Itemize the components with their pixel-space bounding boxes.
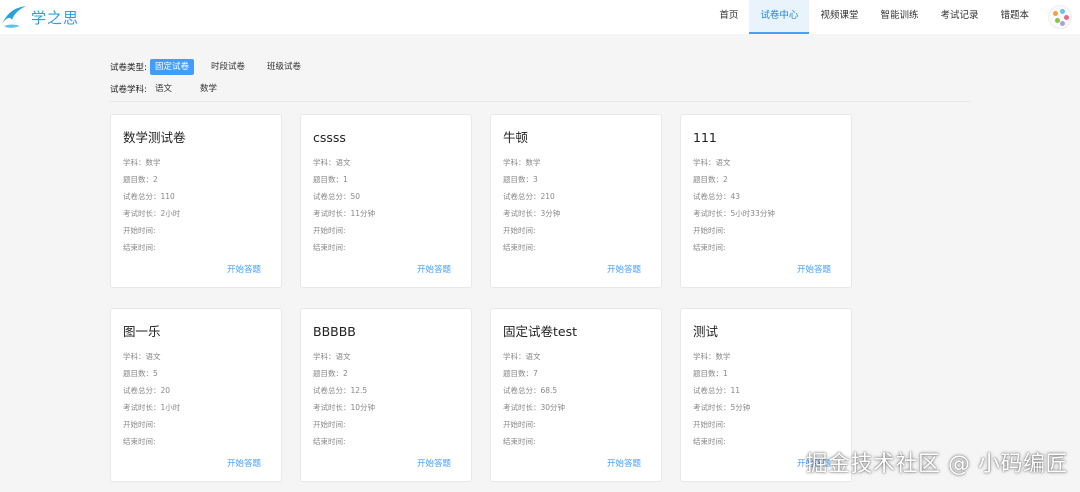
paper-question-count: 题目数：2 — [693, 175, 728, 184]
paper-question-count: 题目数：1 — [313, 175, 348, 184]
filter-subject-chinese[interactable]: 语文 — [150, 81, 177, 97]
filter-type-fixed[interactable]: 固定试卷 — [150, 59, 195, 75]
start-answer-button[interactable]: 开始答题 — [607, 263, 641, 275]
logo-bird-icon — [2, 6, 26, 28]
paper-subject: 学科：数学 — [503, 158, 541, 167]
paper-card: 图一乐 学科：语文 题目数：5 试卷总分：20 考试时长：1小时 开始时间: 结… — [110, 308, 282, 482]
paper-subject: 学科：语文 — [123, 352, 161, 361]
paper-duration: 考试时长：11分钟 — [313, 209, 376, 218]
paper-question-count: 题目数：3 — [503, 175, 538, 184]
paper-subject: 学科：数学 — [123, 158, 161, 167]
start-answer-button[interactable]: 开始答题 — [417, 263, 451, 275]
paper-question-count: 题目数：5 — [123, 369, 158, 378]
paper-start-time: 开始时间: — [313, 226, 346, 235]
paper-end-time: 结束时间: — [123, 243, 156, 252]
filter-type-class[interactable]: 班级试卷 — [262, 59, 306, 75]
paper-end-time: 结束时间: — [123, 437, 156, 446]
paper-start-time: 开始时间: — [123, 226, 156, 235]
paper-title: 牛顿 — [503, 130, 529, 145]
paper-total-score: 试卷总分：43 — [693, 192, 741, 201]
paper-question-count: 题目数：2 — [313, 369, 348, 378]
paper-start-time: 开始时间: — [123, 420, 156, 429]
paper-total-score: 试卷总分：210 — [503, 192, 555, 201]
paper-end-time: 结束时间: — [693, 243, 726, 252]
paper-subject: 学科：语文 — [313, 158, 351, 167]
paper-question-count: 题目数：2 — [123, 175, 158, 184]
start-answer-button[interactable]: 开始答题 — [227, 263, 261, 275]
paper-total-score: 试卷总分：50 — [313, 192, 361, 201]
paper-subject: 学科：数学 — [693, 352, 731, 361]
start-answer-button[interactable]: 开始答题 — [797, 263, 831, 275]
top-header: 学之思 首页 试卷中心 视频课堂 智能训练 考试记录 错题本 — [0, 0, 1080, 34]
paper-card: cssss 学科：语文 题目数：1 试卷总分：50 考试时长：11分钟 开始时间… — [300, 114, 472, 288]
paper-title: 111 — [693, 130, 717, 145]
nav-wrong-questions[interactable]: 错题本 — [989, 0, 1040, 34]
paper-filter: 试卷类型: 固定试卷 时段试卷 班级试卷 试卷学科: 语文 数学 — [110, 58, 970, 98]
paper-duration: 考试时长：30分钟 — [503, 403, 566, 412]
paper-total-score: 试卷总分：12.5 — [313, 386, 368, 395]
nav-paper-center[interactable]: 试卷中心 — [749, 0, 810, 34]
paper-start-time: 开始时间: — [503, 420, 536, 429]
paper-duration: 考试时长：10分钟 — [313, 403, 376, 412]
paper-start-time: 开始时间: — [313, 420, 346, 429]
paper-duration: 考试时长：2小时 — [123, 209, 181, 218]
paper-duration: 考试时长：1小时 — [123, 403, 181, 412]
paper-subject: 学科：语文 — [313, 352, 351, 361]
paper-start-time: 开始时间: — [693, 226, 726, 235]
filter-type-timed[interactable]: 时段试卷 — [206, 59, 250, 75]
paper-total-score: 试卷总分：110 — [123, 192, 175, 201]
paper-card: 牛顿 学科：数学 题目数：3 试卷总分：210 考试时长：3分钟 开始时间: 结… — [490, 114, 662, 288]
filter-subject-math[interactable]: 数学 — [195, 81, 222, 97]
paper-total-score: 试卷总分：20 — [123, 386, 171, 395]
filter-type-row: 试卷类型: 固定试卷 时段试卷 班级试卷 — [110, 58, 970, 76]
logo-text: 学之思 — [31, 8, 80, 27]
paper-title: 数学测试卷 — [123, 130, 186, 145]
paper-title: BBBBB — [313, 324, 356, 339]
main-nav: 首页 试卷中心 视频课堂 智能训练 考试记录 错题本 — [708, 0, 1040, 34]
user-avatar[interactable] — [1048, 5, 1072, 29]
paper-subject: 学科：语文 — [693, 158, 731, 167]
nav-exam-records[interactable]: 考试记录 — [929, 0, 989, 34]
paper-end-time: 结束时间: — [313, 437, 346, 446]
nav-smart-training[interactable]: 智能训练 — [869, 0, 929, 34]
paper-end-time: 结束时间: — [503, 437, 536, 446]
filter-type-label: 试卷类型: — [110, 63, 147, 73]
paper-end-time: 结束时间: — [313, 243, 346, 252]
paper-title: 固定试卷test — [503, 324, 578, 339]
site-logo[interactable]: 学之思 — [0, 0, 79, 34]
nav-video-class[interactable]: 视频课堂 — [809, 0, 869, 34]
filter-subject-label: 试卷学科: — [110, 85, 147, 95]
paper-duration: 考试时长：3分钟 — [503, 209, 561, 218]
paper-duration: 考试时长：5分钟 — [693, 403, 751, 412]
start-answer-button[interactable]: 开始答题 — [417, 457, 451, 469]
start-answer-button[interactable]: 开始答题 — [227, 457, 261, 469]
paper-start-time: 开始时间: — [693, 420, 726, 429]
watermark: 掘金技术社区 @ 小码编匠 — [805, 452, 1068, 477]
filter-subject-row: 试卷学科: 语文 数学 — [110, 80, 970, 98]
paper-card: 数学测试卷 学科：数学 题目数：2 试卷总分：110 考试时长：2小时 开始时间… — [110, 114, 282, 288]
start-answer-button[interactable]: 开始答题 — [607, 457, 641, 469]
paper-subject: 学科：语文 — [503, 352, 541, 361]
paper-title: 图一乐 — [123, 324, 161, 339]
paper-card: 111 学科：语文 题目数：2 试卷总分：43 考试时长：5小时33分钟 开始时… — [680, 114, 852, 288]
paper-total-score: 试卷总分：68.5 — [503, 386, 558, 395]
paper-title: cssss — [313, 130, 346, 145]
nav-home[interactable]: 首页 — [708, 0, 749, 34]
paper-card: BBBBB 学科：语文 题目数：2 试卷总分：12.5 考试时长：10分钟 开始… — [300, 308, 472, 482]
paper-end-time: 结束时间: — [503, 243, 536, 252]
paper-card: 固定试卷test 学科：语文 题目数：7 试卷总分：68.5 考试时长：30分钟… — [490, 308, 662, 482]
paper-card-grid: 数学测试卷 学科：数学 题目数：2 试卷总分：110 考试时长：2小时 开始时间… — [110, 114, 870, 482]
paper-title: 测试 — [693, 324, 719, 339]
paper-question-count: 题目数：1 — [693, 369, 728, 378]
paper-question-count: 题目数：7 — [503, 369, 538, 378]
paper-total-score: 试卷总分：11 — [693, 386, 741, 395]
paper-duration: 考试时长：5小时33分钟 — [693, 209, 775, 218]
paper-start-time: 开始时间: — [503, 226, 536, 235]
filter-divider — [110, 101, 970, 102]
